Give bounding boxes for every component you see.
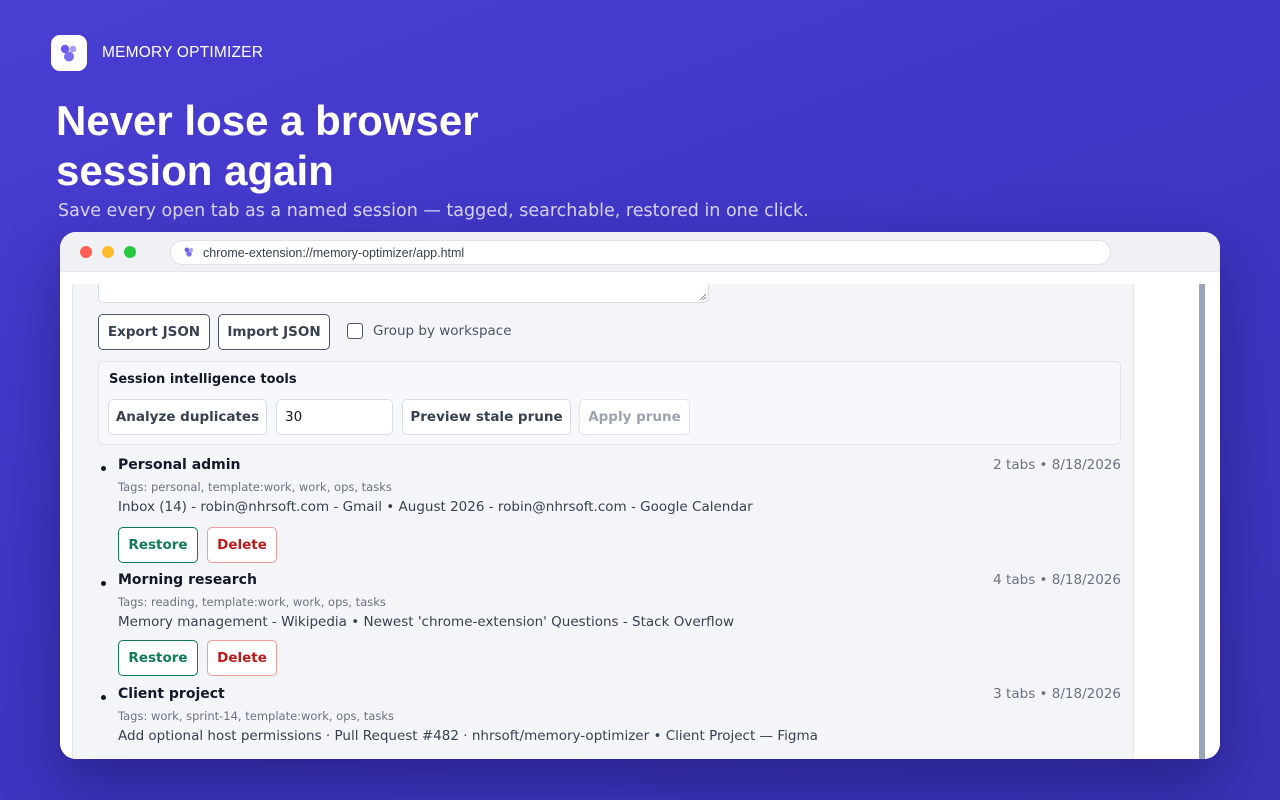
apply-prune-button[interactable]: Apply prune	[579, 399, 690, 435]
analyze-duplicates-button[interactable]: Analyze duplicates	[108, 399, 267, 435]
session-tab-titles: Memory management - Wikipedia • Newest '…	[118, 614, 734, 630]
headline-line-2: session again	[56, 147, 334, 194]
session-name: Morning research	[118, 572, 257, 588]
delete-button[interactable]: Delete	[207, 527, 277, 563]
session-item: Personal admin 2 tabs • 8/18/2026 Tags: …	[98, 457, 1121, 563]
session-item: Morning research 4 tabs • 8/18/2026 Tags…	[98, 572, 1121, 677]
export-json-button[interactable]: Export JSON	[98, 314, 210, 350]
restore-button[interactable]: Restore	[118, 527, 198, 563]
session-tags: Tags: reading, template:work, work, ops,…	[118, 595, 386, 609]
session-meta: 3 tabs • 8/18/2026	[993, 686, 1121, 702]
session-meta: 2 tabs • 8/18/2026	[993, 457, 1121, 473]
brand-name: MEMORY OPTIMIZER	[102, 44, 264, 61]
extension-favicon-icon	[183, 243, 195, 262]
close-window-icon[interactable]	[80, 246, 92, 258]
group-by-workspace-label: Group by workspace	[373, 323, 512, 339]
session-name: Personal admin	[118, 457, 241, 473]
maximize-window-icon[interactable]	[124, 246, 136, 258]
hero-headline: Never lose a browser session again	[56, 96, 576, 196]
list-bullet	[101, 695, 106, 700]
session-manager-panel: Export JSON Import JSON Group by workspa…	[72, 284, 1134, 759]
minimize-window-icon[interactable]	[102, 246, 114, 258]
session-tab-titles: Add optional host permissions · Pull Req…	[118, 728, 818, 744]
stale-days-input[interactable]: 30	[276, 399, 393, 435]
session-name: Client project	[118, 686, 225, 702]
address-bar[interactable]: chrome-extension://memory-optimizer/app.…	[170, 240, 1111, 265]
session-intelligence-tools: Session intelligence tools Analyze dupli…	[98, 361, 1121, 445]
session-item: Client project 3 tabs • 8/18/2026 Tags: …	[98, 686, 1121, 746]
preview-stale-prune-button[interactable]: Preview stale prune	[402, 399, 571, 435]
notes-textarea[interactable]	[98, 284, 709, 303]
headline-line-1: Never lose a browser	[56, 97, 479, 144]
scrollbar[interactable]	[1199, 284, 1205, 759]
import-json-button[interactable]: Import JSON	[218, 314, 330, 350]
session-tags: Tags: work, sprint-14, template:work, op…	[118, 709, 394, 723]
address-url: chrome-extension://memory-optimizer/app.…	[203, 245, 465, 260]
group-by-workspace-toggle[interactable]: Group by workspace	[347, 323, 512, 339]
tools-title: Session intelligence tools	[109, 372, 297, 387]
list-bullet	[101, 466, 106, 471]
delete-button[interactable]: Delete	[207, 640, 277, 676]
session-tab-titles: Inbox (14) - robin@nhrsoft.com - Gmail •…	[118, 499, 753, 515]
restore-button[interactable]: Restore	[118, 640, 198, 676]
bubbles-logo-icon	[51, 35, 87, 71]
group-by-workspace-checkbox[interactable]	[347, 323, 363, 339]
session-meta: 4 tabs • 8/18/2026	[993, 572, 1121, 588]
list-bullet	[101, 581, 106, 586]
brand: MEMORY OPTIMIZER	[51, 35, 263, 71]
browser-window: chrome-extension://memory-optimizer/app.…	[60, 232, 1220, 759]
hero-subhead: Save every open tab as a named session —…	[58, 201, 809, 221]
session-tags: Tags: personal, template:work, work, ops…	[118, 480, 392, 494]
extension-viewport: Export JSON Import JSON Group by workspa…	[60, 272, 1220, 759]
resize-grip-icon[interactable]	[699, 293, 706, 300]
browser-titlebar: chrome-extension://memory-optimizer/app.…	[60, 232, 1220, 272]
